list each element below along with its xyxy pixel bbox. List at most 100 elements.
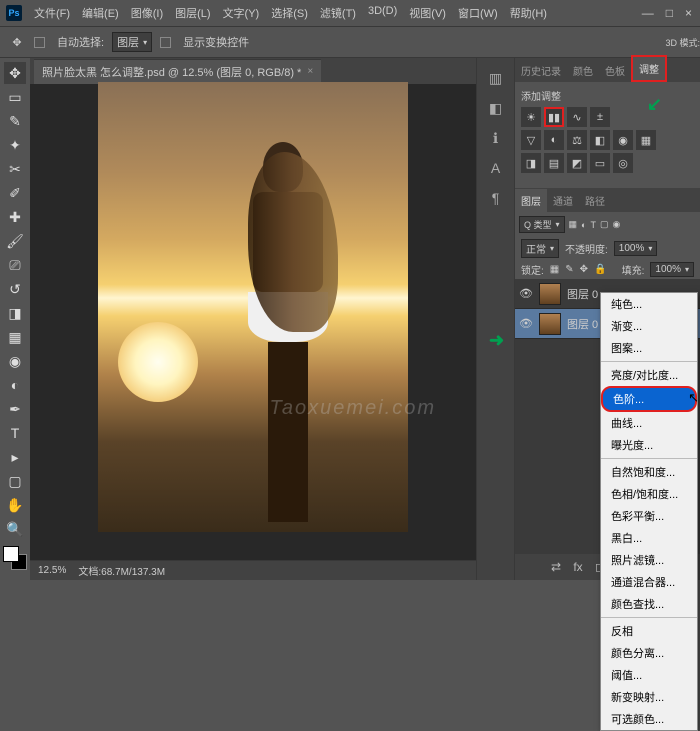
- window-minimize-icon[interactable]: —: [642, 6, 654, 20]
- menu-type[interactable]: 文字(Y): [219, 3, 264, 23]
- character-icon[interactable]: A: [486, 158, 506, 178]
- photo-filter-icon[interactable]: ◉: [613, 130, 633, 150]
- ctx-selective-color[interactable]: 可选颜色...: [601, 708, 697, 730]
- info-icon[interactable]: ℹ: [486, 128, 506, 148]
- ctx-gradient-map[interactable]: 新变映射...: [601, 686, 697, 708]
- ctx-color-balance[interactable]: 色彩平衡...: [601, 505, 697, 527]
- selective-color-icon[interactable]: ◎: [613, 153, 633, 173]
- window-close-icon[interactable]: ×: [685, 6, 692, 20]
- ctx-solid-color[interactable]: 纯色...: [601, 293, 697, 315]
- dodge-tool[interactable]: ◐: [4, 374, 26, 396]
- zoom-level[interactable]: 12.5%: [38, 565, 66, 576]
- layer-style-icon[interactable]: fx: [570, 559, 586, 575]
- show-transform-checkbox[interactable]: [160, 37, 171, 48]
- filter-shape-icon[interactable]: ▢: [600, 219, 609, 230]
- panel-tab-swatches[interactable]: 色板: [599, 59, 631, 82]
- ctx-channel-mixer[interactable]: 通道混合器...: [601, 571, 697, 593]
- window-maximize-icon[interactable]: □: [666, 6, 673, 20]
- ctx-posterize[interactable]: 颜色分离...: [601, 642, 697, 664]
- curves-icon[interactable]: ∿: [567, 107, 587, 127]
- menu-3d[interactable]: 3D(D): [364, 3, 401, 23]
- path-selection-tool[interactable]: ▸: [4, 446, 26, 468]
- magic-wand-tool[interactable]: ✦: [4, 134, 26, 156]
- menu-file[interactable]: 文件(F): [30, 3, 74, 23]
- healing-brush-tool[interactable]: ✚: [4, 206, 26, 228]
- panel-tab-paths[interactable]: 路径: [579, 189, 611, 212]
- lock-pixels-icon[interactable]: ✎: [565, 264, 573, 275]
- auto-select-checkbox[interactable]: [34, 37, 45, 48]
- ctx-invert[interactable]: 反相: [601, 620, 697, 642]
- levels-icon[interactable]: ▮▮: [544, 107, 564, 127]
- clone-stamp-tool[interactable]: ⎚: [4, 254, 26, 276]
- blend-mode-dropdown[interactable]: 正常: [521, 239, 559, 258]
- exposure-icon[interactable]: ±: [590, 107, 610, 127]
- layer-name[interactable]: 图层 0: [567, 286, 598, 302]
- panel-tab-history[interactable]: 历史记录: [515, 59, 567, 82]
- pen-tool[interactable]: ✒: [4, 398, 26, 420]
- ctx-exposure[interactable]: 曝光度...: [601, 434, 697, 456]
- eyedropper-tool[interactable]: ✐: [4, 182, 26, 204]
- filter-pixel-icon[interactable]: ▦: [569, 219, 578, 230]
- panel-tab-color[interactable]: 颜色: [567, 59, 599, 82]
- menu-view[interactable]: 视图(V): [405, 3, 450, 23]
- color-balance-icon[interactable]: ⚖: [567, 130, 587, 150]
- eraser-tool[interactable]: ◨: [4, 302, 26, 324]
- ctx-gradient[interactable]: 渐变...: [601, 315, 697, 337]
- gradient-tool[interactable]: ▦: [4, 326, 26, 348]
- hand-tool[interactable]: ✋: [4, 494, 26, 516]
- menu-edit[interactable]: 编辑(E): [78, 3, 123, 23]
- brightness-contrast-icon[interactable]: ☀: [521, 107, 541, 127]
- opacity-value[interactable]: 100%: [614, 241, 658, 256]
- menu-layer[interactable]: 图层(L): [171, 3, 214, 23]
- navigator-icon[interactable]: ◧: [486, 98, 506, 118]
- layer-thumbnail[interactable]: [539, 283, 561, 305]
- channel-mixer-icon[interactable]: ▦: [636, 130, 656, 150]
- paragraph-icon[interactable]: ¶: [486, 188, 506, 208]
- lock-position-icon[interactable]: ✥: [580, 264, 588, 275]
- bw-icon[interactable]: ◧: [590, 130, 610, 150]
- filter-smart-icon[interactable]: ◉: [613, 219, 621, 230]
- ctx-color-lookup[interactable]: 颜色查找...: [601, 593, 697, 615]
- canvas[interactable]: Taoxuemei.com: [30, 84, 476, 560]
- ctx-vibrance[interactable]: 自然饱和度...: [601, 461, 697, 483]
- zoom-tool[interactable]: 🔍: [4, 518, 26, 540]
- shape-tool[interactable]: ▢: [4, 470, 26, 492]
- invert-icon[interactable]: ◨: [521, 153, 541, 173]
- visibility-toggle-icon[interactable]: 👁: [519, 317, 533, 330]
- ctx-brightness[interactable]: 亮度/对比度...: [601, 364, 697, 386]
- menu-filter[interactable]: 滤镜(T): [316, 3, 360, 23]
- layer-thumbnail[interactable]: [539, 313, 561, 335]
- crop-tool[interactable]: ✂: [4, 158, 26, 180]
- posterize-icon[interactable]: ▤: [544, 153, 564, 173]
- ctx-curves[interactable]: 曲线...: [601, 412, 697, 434]
- lasso-tool[interactable]: ✎: [4, 110, 26, 132]
- menu-help[interactable]: 帮助(H): [506, 3, 551, 23]
- histogram-icon[interactable]: ▥: [486, 68, 506, 88]
- gradient-map-icon[interactable]: ▭: [590, 153, 610, 173]
- marquee-tool[interactable]: ▭: [4, 86, 26, 108]
- close-tab-icon[interactable]: ×: [307, 66, 313, 77]
- history-brush-tool[interactable]: ↺: [4, 278, 26, 300]
- link-layers-icon[interactable]: ⇄: [548, 559, 564, 575]
- menu-image[interactable]: 图像(I): [127, 3, 167, 23]
- menu-window[interactable]: 窗口(W): [454, 3, 502, 23]
- document-tab[interactable]: 照片脸太黑 怎么调整.psd @ 12.5% (图层 0, RGB/8) * ×: [34, 59, 321, 84]
- ctx-pattern[interactable]: 图案...: [601, 337, 697, 359]
- filter-type-icon[interactable]: T: [590, 220, 596, 230]
- vibrance-icon[interactable]: ▽: [521, 130, 541, 150]
- panel-tab-channels[interactable]: 通道: [547, 189, 579, 212]
- ctx-bw[interactable]: 黑白...: [601, 527, 697, 549]
- ctx-threshold[interactable]: 阈值...: [601, 664, 697, 686]
- hue-sat-icon[interactable]: ◐: [544, 130, 564, 150]
- fill-value[interactable]: 100%: [650, 262, 694, 277]
- layer-filter-dropdown[interactable]: Q 类型: [519, 216, 565, 233]
- lock-all-icon[interactable]: 🔒: [594, 264, 606, 275]
- panel-tab-adjustments[interactable]: 调整: [631, 55, 667, 82]
- brush-tool[interactable]: 🖌: [4, 230, 26, 252]
- visibility-toggle-icon[interactable]: 👁: [519, 287, 533, 300]
- threshold-icon[interactable]: ◩: [567, 153, 587, 173]
- color-swatch[interactable]: [3, 546, 27, 570]
- lock-trans-icon[interactable]: ▦: [550, 264, 559, 275]
- ctx-hue[interactable]: 色相/饱和度...: [601, 483, 697, 505]
- ctx-levels[interactable]: 色阶...↖: [601, 386, 697, 412]
